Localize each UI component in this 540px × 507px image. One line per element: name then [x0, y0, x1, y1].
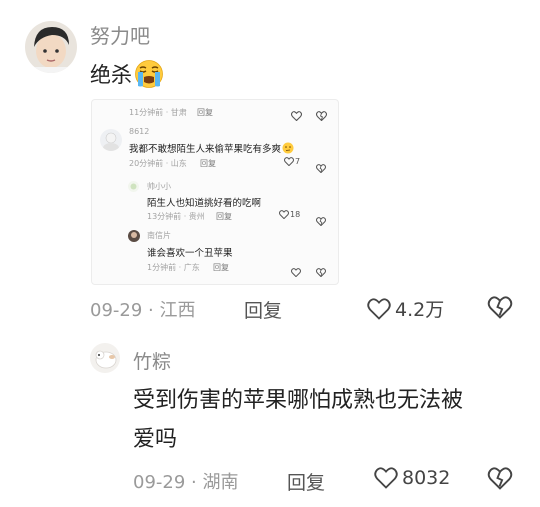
comment1-avatar[interactable] — [25, 21, 77, 73]
embed-item2-dislike-icon — [316, 211, 326, 230]
avatar-image — [90, 343, 120, 373]
embed-item1-username: 8612 — [129, 127, 150, 136]
embed-item1-reply: 回复 — [200, 159, 216, 168]
embed-top-meta: 11分钟前 · 甘肃 — [129, 108, 187, 117]
heart-icon — [367, 297, 391, 320]
embed-item2-meta: 13分钟前 · 贵州 — [147, 212, 205, 221]
comment1-dislike-button[interactable] — [487, 296, 513, 323]
avatar-image — [25, 21, 77, 73]
embed-item2-heart-icon — [279, 210, 289, 219]
embed-item3-meta: 1分钟前 · 广东 — [147, 263, 200, 272]
embed-item1-like-count: 7 — [295, 157, 301, 166]
comment2-date-location: 09-29 · 湖南 — [133, 472, 239, 493]
embed-item2-like: 18 — [279, 210, 300, 219]
embed-item1-text: 我都不敢想陌生人来偷苹果吃有多爽 — [129, 141, 294, 155]
broken-heart-icon — [487, 467, 513, 490]
embed-item3-avatar — [128, 230, 140, 242]
comment1-text-row: 绝杀 — [90, 59, 164, 89]
comment1-date-location: 09-29 · 江西 — [90, 300, 196, 321]
embed-item3-text: 谁会喜欢一个丑苹果 — [147, 248, 233, 259]
comment1-like-count: 4.2万 — [395, 299, 445, 321]
embed-item1-heart-icon — [284, 157, 294, 166]
comment2-username[interactable]: 竹粽 — [133, 347, 171, 374]
comment2-text-line2: 爱吗 — [133, 427, 178, 452]
comment2-reply-button[interactable]: 回复 — [287, 468, 325, 495]
comment2-text: 受到伤害的苹果哪怕成熟也无法被 爱吗 — [133, 381, 463, 459]
embed-item1-text-content: 我都不敢想陌生人来偷苹果吃有多爽 — [129, 144, 282, 155]
embed-item2-like-count: 18 — [290, 210, 301, 219]
embed-item1-meta: 20分钟前 · 山东 — [129, 159, 187, 168]
embed-item3-username: 南信片 — [147, 231, 171, 240]
embedded-screenshot: 11分钟前 · 甘肃 回复 8612 我都不敢想陌生人来偷苹果吃有多爽 20分钟… — [91, 99, 339, 285]
embed-item2-text: 陌生人也知道挑好看的吃啊 — [147, 198, 262, 209]
comment1-like-button[interactable]: 4.2万 — [367, 295, 444, 322]
embed-item1-dislike-icon — [316, 158, 326, 177]
embed-item2-username: 帅小小 — [147, 182, 171, 191]
comment1-text: 绝杀 — [90, 63, 132, 87]
embed-top-dislike-icon — [315, 106, 328, 125]
embed-top-heart-icon — [290, 106, 303, 125]
heart-icon — [374, 467, 398, 489]
comment1-reply-button[interactable]: 回复 — [244, 296, 282, 323]
embed-item1-avatar — [100, 129, 122, 151]
embed-item2-avatar — [128, 181, 139, 192]
comment1-username[interactable]: 努力吧 — [90, 20, 150, 49]
embed-item3-heart-icon — [291, 262, 301, 281]
comment2-avatar[interactable] — [90, 343, 120, 373]
comment2-dislike-button[interactable] — [487, 467, 513, 494]
thinking-face-icon — [282, 142, 294, 154]
loudly-crying-face-icon — [134, 59, 164, 89]
comment2-like-count: 8032 — [402, 467, 451, 489]
comment2-like-button[interactable]: 8032 — [374, 467, 450, 489]
broken-heart-icon — [487, 296, 513, 319]
embed-top-reply: 回复 — [197, 108, 213, 117]
comment2-text-line1: 受到伤害的苹果哪怕成熟也无法被 — [133, 388, 464, 413]
embed-item1-like: 7 — [284, 157, 300, 166]
embed-item3-dislike-icon — [316, 262, 326, 281]
embed-item2-reply: 回复 — [216, 212, 232, 221]
embed-item3-reply: 回复 — [213, 263, 229, 272]
